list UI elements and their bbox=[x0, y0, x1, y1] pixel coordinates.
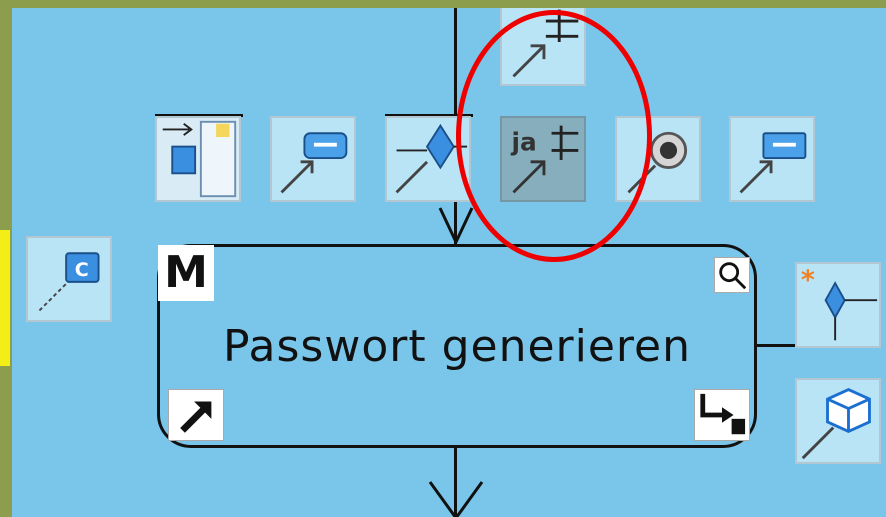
activity-box[interactable]: M Passwort generieren bbox=[157, 244, 757, 448]
svg-text:C: C bbox=[75, 259, 89, 281]
flow-line-right bbox=[756, 344, 796, 347]
search-icon[interactable] bbox=[714, 257, 750, 293]
arrow-head-icon bbox=[438, 207, 474, 246]
merge-marker-badge: M bbox=[158, 245, 214, 301]
merge-decision-icon[interactable]: * bbox=[795, 262, 881, 348]
diagram-canvas[interactable]: C ja * M Passwort generieren bbox=[12, 8, 886, 517]
highlight-oval bbox=[456, 10, 652, 262]
component-icon[interactable] bbox=[795, 378, 881, 464]
swimlane-icon[interactable] bbox=[155, 116, 241, 202]
arrow-head-bottom-icon bbox=[428, 481, 484, 517]
message-icon[interactable] bbox=[270, 116, 356, 202]
activity-label: Passwort generieren bbox=[222, 321, 692, 372]
subprocess-icon[interactable] bbox=[694, 389, 750, 441]
class-icon[interactable]: C bbox=[26, 236, 112, 322]
svg-text:*: * bbox=[801, 265, 815, 296]
message-icon-right[interactable] bbox=[729, 116, 815, 202]
selection-indicator bbox=[0, 230, 10, 366]
link-arrow-icon[interactable] bbox=[168, 389, 224, 441]
activity-marker: M bbox=[164, 247, 208, 298]
